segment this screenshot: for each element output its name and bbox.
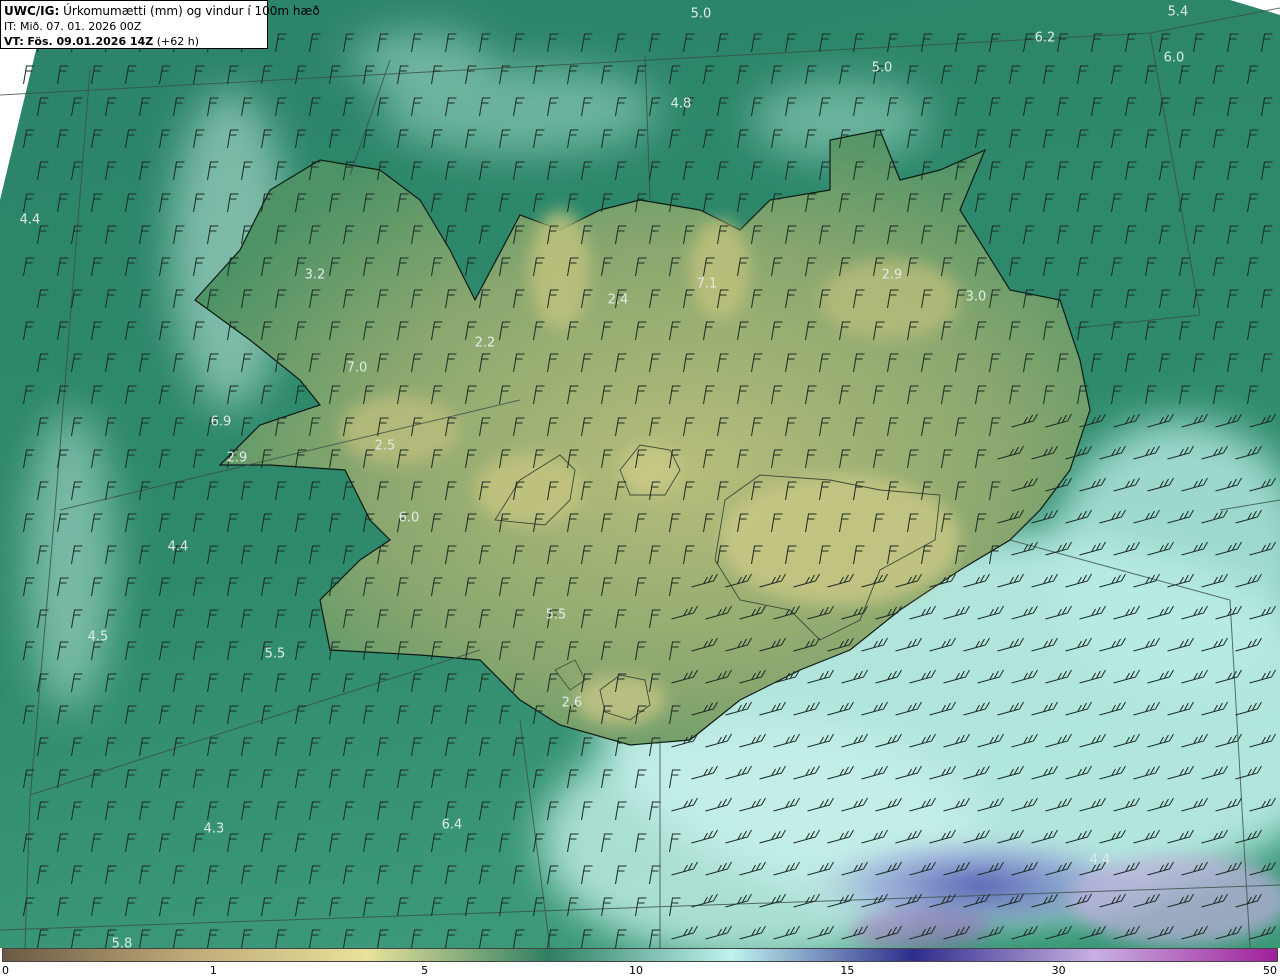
value-label: 2.9 [881,267,903,283]
value-label: 2.6 [561,695,583,711]
value-label: 5.0 [871,60,893,76]
model-name: UWC/IG: [4,4,60,18]
value-label: 5.5 [545,607,567,623]
value-label: 4.8 [670,96,692,112]
colorbar-tick: 1 [209,964,217,977]
header-title-row: UWC/IG: Úrkomumætti (mm) og vindur í 100… [4,4,320,19]
colorbar-tick: 30 [1051,964,1066,977]
value-label: 4.3 [203,821,225,837]
value-label: 6.9 [210,414,232,430]
value-label: 5.5 [264,646,286,662]
value-label: 2.2 [474,335,496,351]
value-label: 5.0 [690,6,712,22]
header-box: UWC/IG: Úrkomumætti (mm) og vindur í 100… [0,0,320,49]
value-label: 6.0 [1163,50,1185,66]
colorbar-gradient [2,948,1278,962]
value-label: 6.0 [398,510,420,526]
value-label: 7.0 [346,360,368,376]
value-label: 2.9 [226,450,248,466]
lead-time: (+62 h) [156,35,199,48]
value-label: 7.1 [696,276,718,292]
precipitation-map [0,0,1280,948]
value-label: 4.5 [87,629,109,645]
valid-time: Fös. 09.01.2026 14Z [27,35,154,48]
value-label: 5.8 [111,936,133,952]
value-label: 6.4 [441,817,463,833]
colorbar-tick: 5 [421,964,429,977]
value-label: 3.2 [304,267,326,283]
product-title: Úrkomumætti (mm) og vindur í 100m hæð [63,4,320,18]
value-label: 2.5 [374,438,396,454]
value-label: 4.4 [1089,852,1111,868]
colorbar-tick: 10 [629,964,643,977]
value-label: 3.0 [965,289,987,305]
value-label: 5.4 [1167,4,1189,20]
value-label: 4.4 [19,212,41,228]
valid-prefix: VT: [4,35,24,48]
colorbar-tick: 15 [840,964,855,977]
colorbar-tick: 50 [1263,964,1277,977]
value-label: 2.4 [607,292,629,308]
value-label: 4.4 [167,539,189,555]
colorbar-tick: 0 [2,964,9,977]
init-time: IT: Mið. 07. 01. 2026 00Z [4,20,142,33]
value-label: 6.2 [1034,30,1056,46]
colorbar: 0 1 5 10 15 30 50 [0,948,1280,978]
valid-time-row: VT: Fös. 09.01.2026 14Z (+62 h) [4,34,267,49]
